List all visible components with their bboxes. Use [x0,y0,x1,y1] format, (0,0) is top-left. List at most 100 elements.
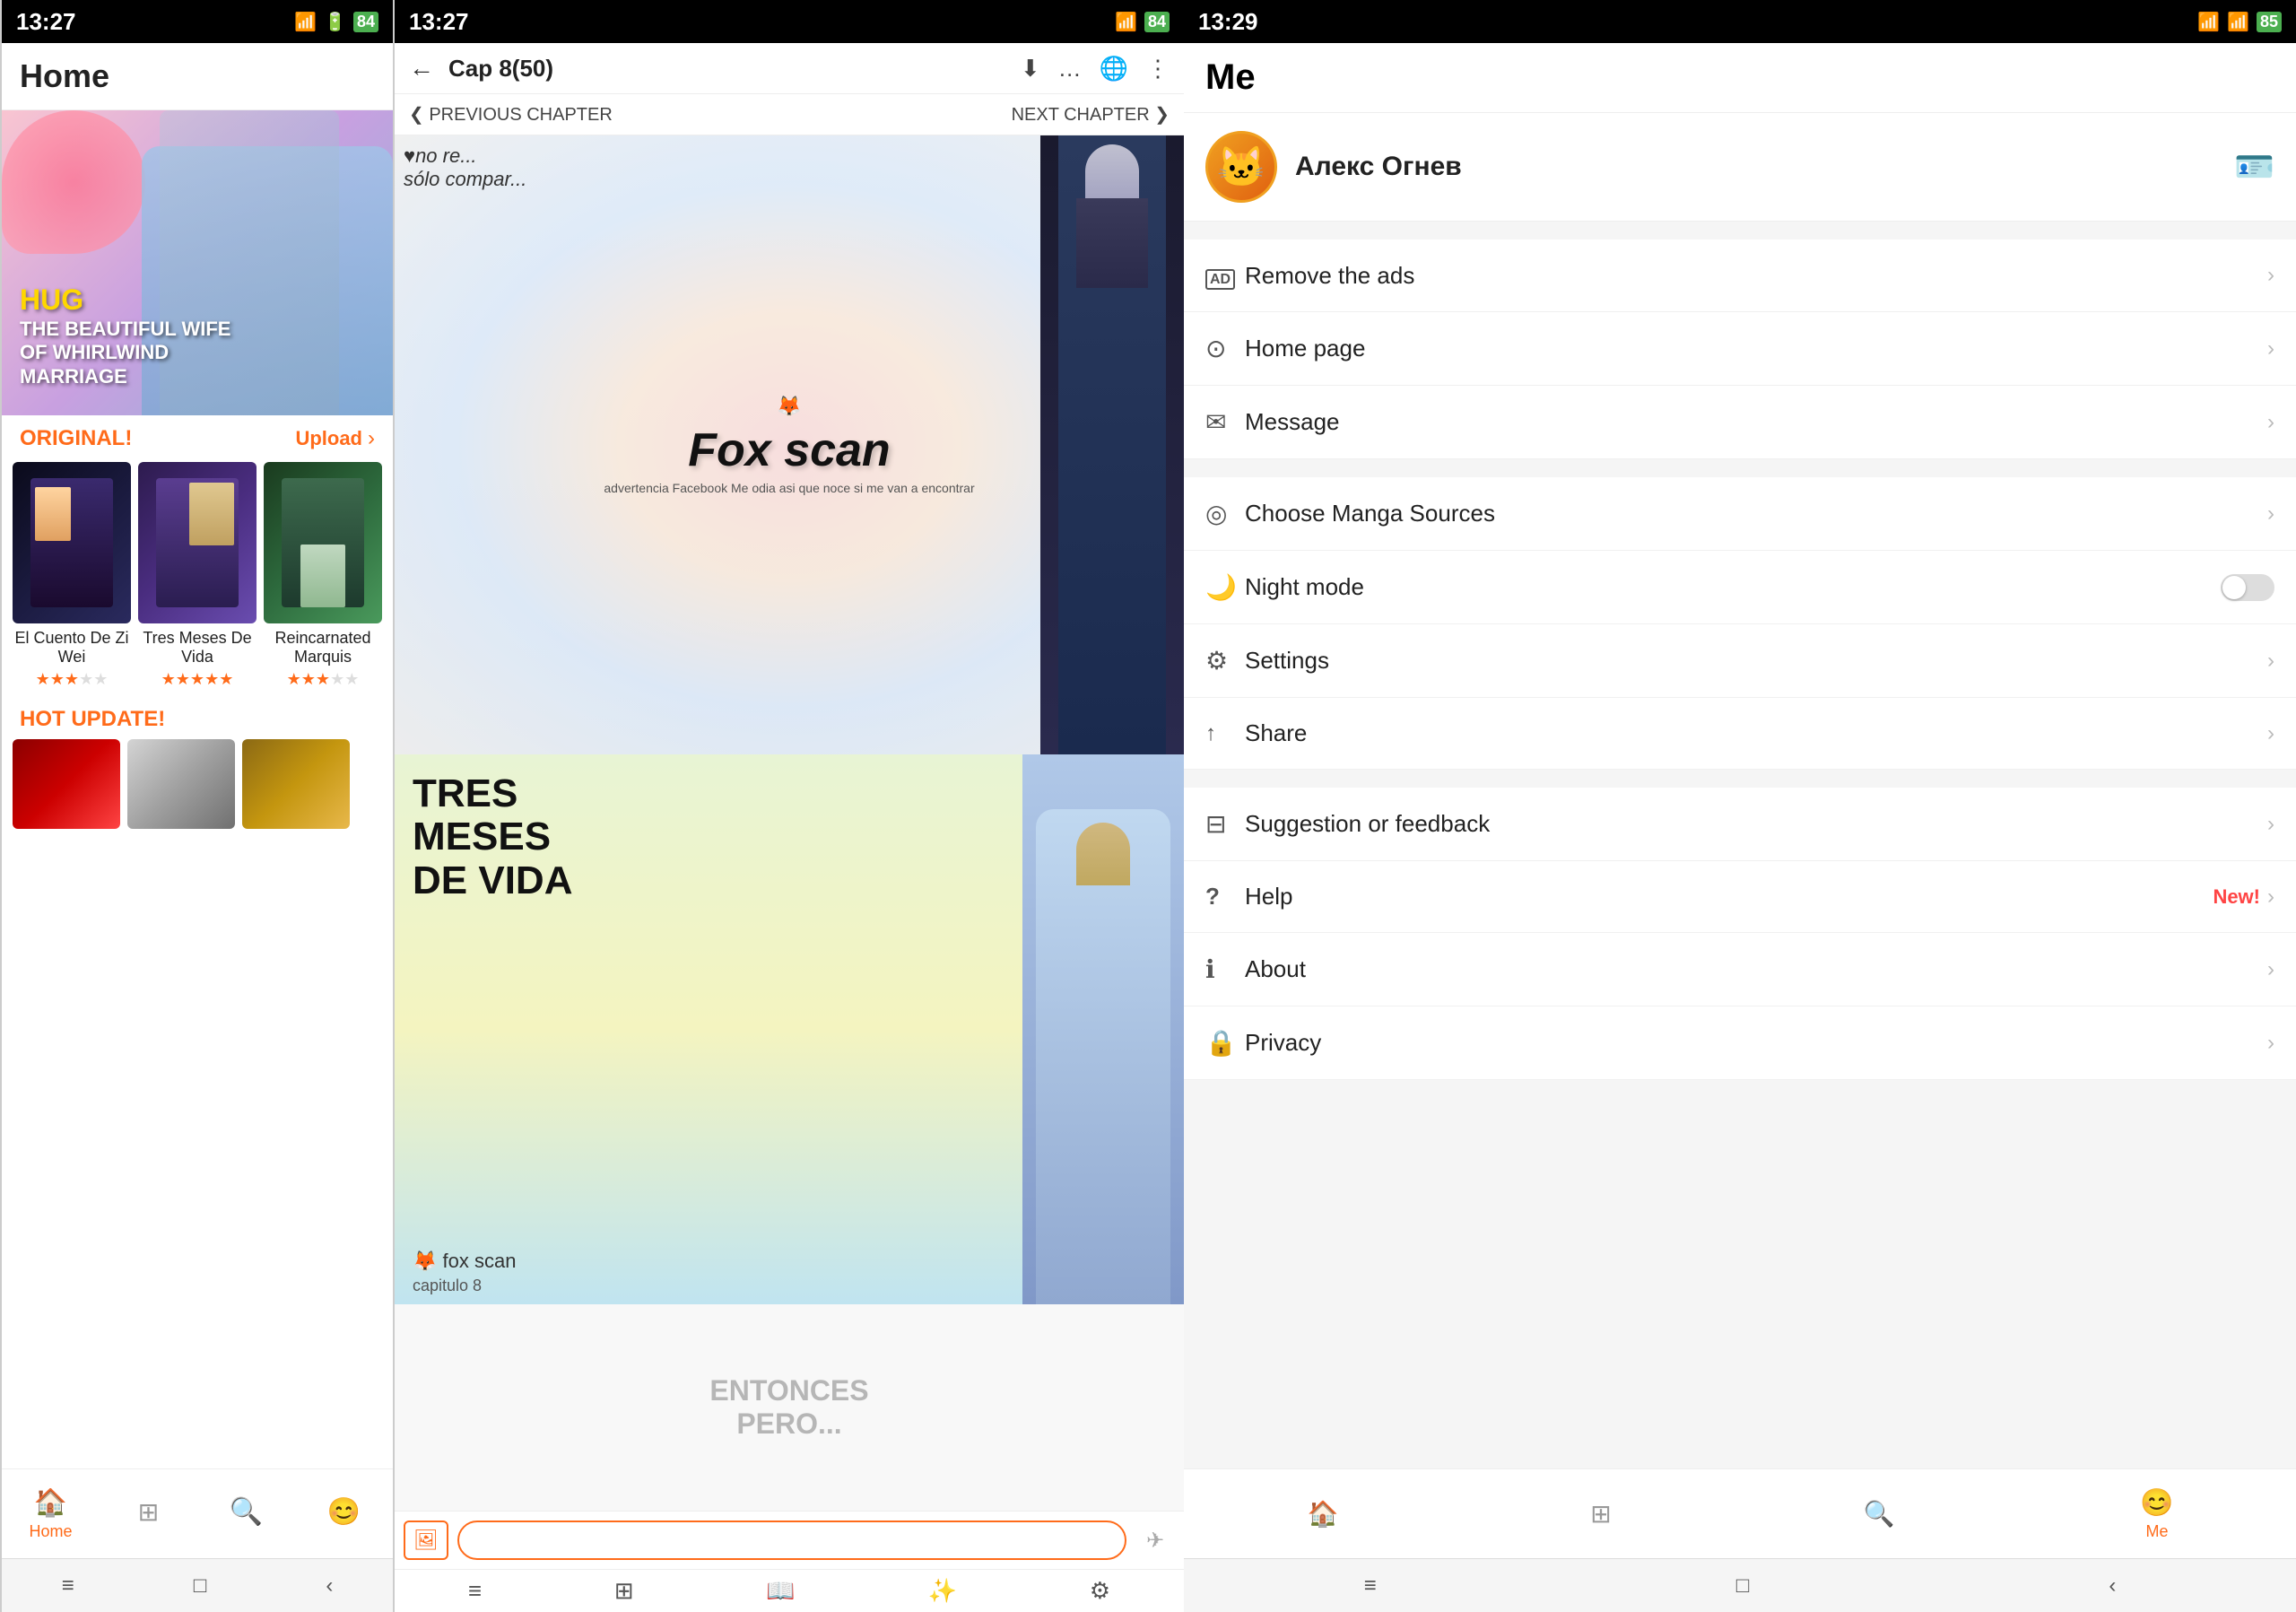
image-button[interactable]: 🖼 [404,1521,448,1560]
hot-thumb-2[interactable] [127,739,235,829]
hot-update-label: HOT UPDATE! [2,700,393,739]
me-panel: 13:29 📶 📶 85 Me 🐱 Алекс Огнев 🪪 AD Remov… [1184,0,2296,1612]
message-arrow: › [2267,410,2274,435]
manga-card-1[interactable]: El Cuento De Zi Wei ★★★★★ [13,462,131,689]
status-icons-reader: 📶 84 [1115,11,1170,33]
menu-night-mode[interactable]: 🌙 Night mode [1184,551,2296,624]
me-nav-me[interactable]: 😊 Me [2018,1469,2296,1558]
manga-thumb-1[interactable] [13,462,131,623]
hot-thumb-1[interactable] [13,739,120,829]
feedback-icon: ⊟ [1205,809,1245,839]
upload-arrow: › [368,426,375,451]
sources-arrow: › [2267,501,2274,527]
nav-home[interactable]: 🏠 Home [2,1469,100,1558]
me-library-icon: ⊞ [1590,1499,1611,1529]
android-menu-btn[interactable]: ≡ [62,1573,74,1599]
me-header: Me [1184,43,2296,113]
time-me: 13:29 [1198,8,1258,36]
reader-panel: 13:27 📶 84 ← Cap 8(50) ⬇ … 🌐 ⋮ ❮ PREVIOU… [395,0,1184,1612]
menu-manga-sources[interactable]: ◎ Choose Manga Sources › [1184,477,2296,551]
android-me-home-btn[interactable]: □ [1736,1573,1750,1599]
translate-icon[interactable]: 🌐 [1100,55,1128,83]
banner-title: THE BEAUTIFUL WIFEOF WHIRLWINDMARRIAGE [20,318,230,388]
avatar[interactable]: 🐱 [1205,131,1277,203]
android-me-menu-btn[interactable]: ≡ [1364,1573,1377,1599]
homepage-icon: ⊙ [1205,334,1245,363]
about-label: About [1245,955,2267,983]
nav-library[interactable]: ⊞ [100,1469,197,1558]
menu-share[interactable]: ↑ Share › [1184,698,2296,770]
menu-section-2: ◎ Choose Manga Sources › 🌙 Night mode ⚙ … [1184,477,2296,770]
chapter-label: Cap 8(50) [448,55,1006,83]
divider-3 [1184,770,2296,779]
me-title: Me [1205,57,1256,97]
signal-icon: 📶 [294,11,317,33]
fox-scan-subtitle: advertencia Facebook Me odia asi que noc… [604,481,974,495]
me-search-icon: 🔍 [1864,1499,1895,1529]
upload-area[interactable]: Upload › [295,426,375,451]
signal-me-icon: 📶 [2197,11,2220,33]
help-label: Help [1245,883,2213,911]
reader-content[interactable]: ♥no re...sólo compar... 🦊 Fox scan adver… [395,135,1184,1511]
nav-me[interactable]: 😊 [295,1469,393,1558]
manga-stars-1: ★★★★★ [36,670,109,689]
android-home-btn[interactable]: □ [194,1573,207,1599]
night-mode-toggle[interactable] [2221,574,2274,601]
upload-label[interactable]: Upload [295,427,362,450]
home-title: Home [20,57,109,94]
remove-ads-arrow: › [2267,263,2274,288]
menu-privacy[interactable]: 🔒 Privacy › [1184,1006,2296,1080]
feedback-label: Suggestion or feedback [1245,810,2267,838]
nav-search[interactable]: 🔍 [197,1469,295,1558]
menu-feedback[interactable]: ⊟ Suggestion or feedback › [1184,788,2296,861]
next-chapter-btn[interactable]: NEXT CHAPTER ❯ [1012,103,1170,126]
menu-about[interactable]: ℹ About › [1184,933,2296,1006]
battery-icon: 84 [353,12,378,32]
home-bottom-nav: 🏠 Home ⊞ 🔍 😊 [2,1468,393,1558]
battery-me-icon: 85 [2257,12,2282,32]
manga-card-2[interactable]: Tres Meses De Vida ★★★★★ [138,462,257,689]
me-nav-library[interactable]: ⊞ [1462,1469,1740,1558]
hot-thumb-3[interactable] [242,739,350,829]
home-banner[interactable]: HUG THE BEAUTIFUL WIFEOF WHIRLWINDMARRIA… [2,110,393,415]
manga-thumb-3[interactable] [264,462,382,623]
reader-comment-bar: 🖼 ✈ [395,1511,1184,1569]
about-icon: ℹ [1205,954,1245,984]
prev-chapter-btn[interactable]: ❮ PREVIOUS CHAPTER [409,103,613,126]
time-home: 13:27 [16,8,76,36]
menu-remove-ads[interactable]: AD Remove the ads › [1184,240,2296,312]
chapters-icon[interactable]: ⊞ [614,1577,634,1605]
manga-page-3-partial: ENTONCESPERO... [395,1304,1184,1511]
divider-2 [1184,459,2296,468]
menu-reader-icon[interactable]: ≡ [468,1577,482,1605]
brightness-icon[interactable]: ✨ [928,1577,957,1605]
back-button[interactable]: ← [409,54,434,83]
more-icon[interactable]: ⋮ [1146,55,1170,83]
signal-reader-icon: 📶 [1115,11,1137,33]
manga-card-3[interactable]: Reincarnated Marquis ★★★★★ [264,462,382,689]
menu-settings[interactable]: ⚙ Settings › [1184,624,2296,698]
bookmark-icon[interactable]: 📖 [766,1577,795,1605]
privacy-label: Privacy [1245,1029,2267,1057]
chapter-nav: ❮ PREVIOUS CHAPTER NEXT CHAPTER ❯ [395,94,1184,135]
menu-homepage[interactable]: ⊙ Home page › [1184,312,2296,386]
help-arrow: › [2267,884,2274,910]
me-nav-home[interactable]: 🏠 [1184,1469,1462,1558]
menu-help[interactable]: ? Help New! › [1184,861,2296,933]
me-nav-search[interactable]: 🔍 [1740,1469,2018,1558]
message-icon: ✉ [1205,407,1245,437]
comment-input[interactable] [457,1521,1126,1560]
banner-text: HUG THE BEAUTIFUL WIFEOF WHIRLWINDMARRIA… [20,283,230,388]
manga-grid: El Cuento De Zi Wei ★★★★★ Tres Meses De … [2,462,393,700]
send-button[interactable]: ✈ [1135,1521,1175,1560]
android-back-btn[interactable]: ‹ [326,1573,333,1599]
android-me-back-btn[interactable]: ‹ [2109,1573,2116,1599]
menu-message[interactable]: ✉ Message › [1184,386,2296,459]
settings-reader-icon[interactable]: ⚙ [1090,1577,1110,1605]
help-icon: ? [1205,883,1245,911]
manga-thumb-2[interactable] [138,462,257,623]
reader-action-icons: ⬇ … 🌐 ⋮ [1021,55,1170,83]
profile-edit-icon[interactable]: 🪪 [2234,148,2274,186]
comment-icon[interactable]: … [1058,55,1082,83]
download-icon[interactable]: ⬇ [1021,55,1040,83]
